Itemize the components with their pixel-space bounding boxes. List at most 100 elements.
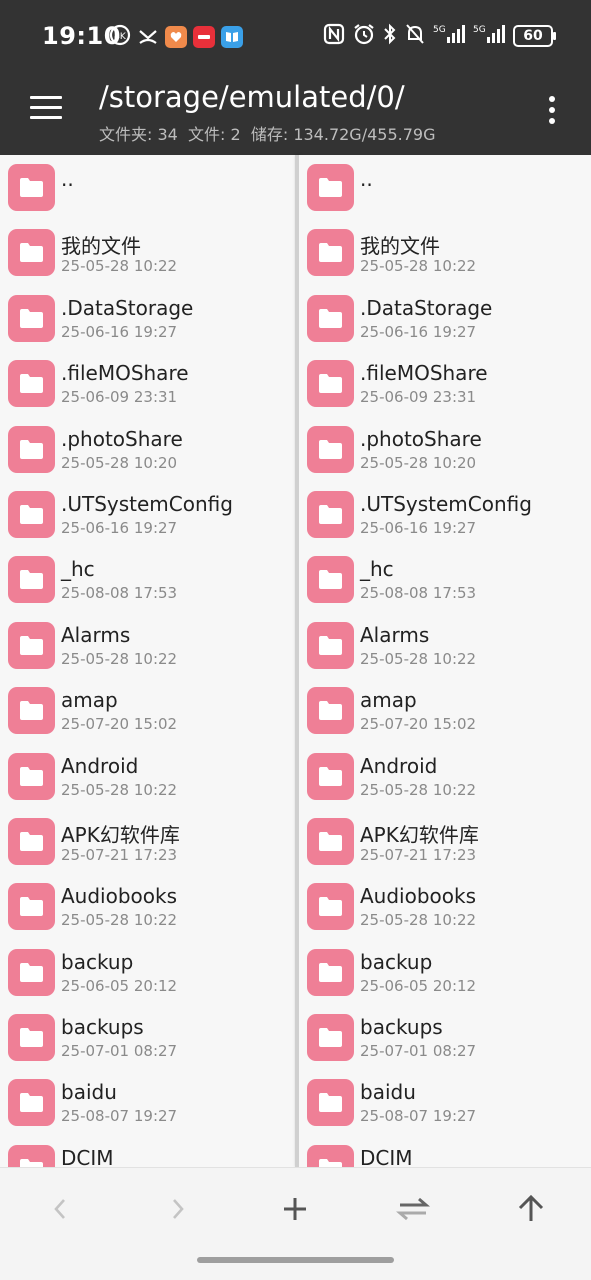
swap-icon[interactable] <box>383 1188 443 1230</box>
folder-date: 25-06-16 19:27 <box>360 518 477 537</box>
folder-name: 我的文件 <box>61 234 141 259</box>
current-path: /storage/emulated/0/ <box>99 80 405 114</box>
folder-date: 25-06-05 20:12 <box>360 976 477 995</box>
folder-icon <box>307 1079 354 1127</box>
folder-row[interactable]: 我的文件 25-05-28 10:22 <box>299 220 591 285</box>
folder-row[interactable]: DCIM <box>0 1136 295 1167</box>
folder-row[interactable]: .DataStorage 25-06-16 19:27 <box>299 286 591 351</box>
folder-name: DCIM <box>360 1145 413 1167</box>
menu-icon[interactable] <box>30 96 62 122</box>
folder-name: .DataStorage <box>360 295 493 320</box>
folder-icon <box>8 556 55 604</box>
folder-icon <box>307 687 354 735</box>
folder-row[interactable]: baidu 25-08-07 19:27 <box>0 1070 295 1135</box>
folder-date: 25-05-28 10:22 <box>360 649 477 668</box>
folder-date: 25-05-28 10:20 <box>360 453 477 472</box>
parent-folder-row[interactable]: .. <box>0 155 295 220</box>
forward-arrow-icon[interactable] <box>148 1188 208 1230</box>
folder-date: 25-07-01 08:27 <box>61 1042 178 1061</box>
folder-row[interactable]: Android 25-05-28 10:22 <box>0 744 295 809</box>
add-icon[interactable] <box>265 1188 325 1230</box>
folder-date: 25-07-20 15:02 <box>360 715 477 734</box>
folder-row[interactable]: .fileMOShare 25-06-09 23:31 <box>0 351 295 416</box>
folder-name: Alarms <box>360 622 430 647</box>
folder-row[interactable]: backups 25-07-01 08:27 <box>299 1005 591 1070</box>
folder-row[interactable]: 我的文件 25-05-28 10:22 <box>0 220 295 285</box>
folder-row[interactable]: amap 25-07-20 15:02 <box>0 678 295 743</box>
folder-icon <box>8 360 55 408</box>
folder-icon <box>307 490 354 538</box>
folder-name: .. <box>61 167 74 191</box>
folder-date: 25-08-08 17:53 <box>360 584 477 603</box>
folder-row[interactable]: baidu 25-08-07 19:27 <box>299 1070 591 1135</box>
missed-call-icon <box>137 24 159 50</box>
folder-row[interactable]: .photoShare 25-05-28 10:20 <box>0 417 295 482</box>
folder-icon <box>8 687 55 735</box>
folder-row[interactable]: Audiobooks 25-05-28 10:22 <box>0 874 295 939</box>
folder-row[interactable]: .fileMOShare 25-06-09 23:31 <box>299 351 591 416</box>
folder-name: .. <box>360 167 373 191</box>
folder-name: 我的文件 <box>360 234 440 259</box>
folder-row[interactable]: backup 25-06-05 20:12 <box>299 940 591 1005</box>
bluetooth-icon <box>383 23 397 49</box>
folder-row[interactable]: APK幻软件库 25-07-21 17:23 <box>0 809 295 874</box>
folder-icon <box>8 1079 55 1127</box>
folder-date: 25-06-16 19:27 <box>61 322 178 341</box>
folder-name: DCIM <box>61 1145 114 1167</box>
folder-name: backups <box>360 1015 443 1040</box>
folder-icon <box>8 1014 55 1062</box>
folder-row[interactable]: APK幻软件库 25-07-21 17:23 <box>299 809 591 874</box>
folder-row[interactable]: backup 25-06-05 20:12 <box>0 940 295 1005</box>
folder-row[interactable]: .UTSystemConfig 25-06-16 19:27 <box>0 482 295 547</box>
folder-date: 25-06-16 19:27 <box>61 518 178 537</box>
folder-icon <box>8 817 55 865</box>
up-arrow-icon[interactable] <box>501 1188 561 1230</box>
folder-row[interactable]: _hc 25-08-08 17:53 <box>299 547 591 612</box>
folder-icon <box>307 360 354 408</box>
folder-date: 25-08-07 19:27 <box>360 1107 477 1126</box>
folder-row[interactable]: amap 25-07-20 15:02 <box>299 678 591 743</box>
folder-date: 25-08-07 19:27 <box>61 1107 178 1126</box>
folder-row[interactable]: _hc 25-08-08 17:53 <box>0 547 295 612</box>
folder-icon <box>307 164 354 211</box>
folder-name: amap <box>360 688 417 713</box>
folder-name: Android <box>360 753 438 778</box>
battery-indicator: 60 <box>513 25 556 47</box>
folder-icon <box>307 1014 354 1062</box>
folder-row[interactable]: .DataStorage 25-06-16 19:27 <box>0 286 295 351</box>
folder-date: 25-07-01 08:27 <box>360 1042 477 1061</box>
folder-name: .fileMOShare <box>61 361 189 386</box>
gesture-bar[interactable] <box>197 1257 394 1263</box>
more-options-icon[interactable] <box>549 96 557 126</box>
folder-icon <box>8 294 55 342</box>
folder-name: Audiobooks <box>360 884 477 909</box>
folder-date: 25-05-28 10:22 <box>360 780 477 799</box>
folder-date: 25-07-21 17:23 <box>61 845 178 864</box>
folder-icon <box>8 164 55 211</box>
folder-row[interactable]: Alarms 25-05-28 10:22 <box>0 613 295 678</box>
folder-row[interactable]: .UTSystemConfig 25-06-16 19:27 <box>299 482 591 547</box>
folder-icon <box>8 490 55 538</box>
folder-row[interactable]: DCIM <box>299 1136 591 1167</box>
folder-name: amap <box>61 688 118 713</box>
folder-row[interactable]: backups 25-07-01 08:27 <box>0 1005 295 1070</box>
right-file-pane: .. 我的文件 25-05-28 10:22 .DataStorage 25-06-16… <box>299 155 591 1167</box>
folder-icon <box>307 229 354 277</box>
folder-name: _hc <box>61 557 95 582</box>
folder-row[interactable]: .photoShare 25-05-28 10:20 <box>299 417 591 482</box>
folder-name: APK幻软件库 <box>61 822 180 847</box>
parent-folder-row[interactable]: .. <box>299 155 591 220</box>
back-arrow-icon[interactable] <box>30 1188 90 1230</box>
folder-icon <box>307 294 354 342</box>
folder-row[interactable]: Alarms 25-05-28 10:22 <box>299 613 591 678</box>
folder-name: .fileMOShare <box>360 361 488 386</box>
folder-row[interactable]: Audiobooks 25-05-28 10:22 <box>299 874 591 939</box>
folder-icon <box>307 621 354 669</box>
app-toolbar: 19:10 4K 5G 5G 60 /storage/emulated/0/ 文… <box>0 0 591 155</box>
folder-icon <box>307 948 354 996</box>
folder-icon <box>307 817 354 865</box>
folder-name: .UTSystemConfig <box>61 491 233 516</box>
folder-icon <box>8 752 55 800</box>
folder-row[interactable]: Android 25-05-28 10:22 <box>299 744 591 809</box>
folder-name: Android <box>61 753 139 778</box>
